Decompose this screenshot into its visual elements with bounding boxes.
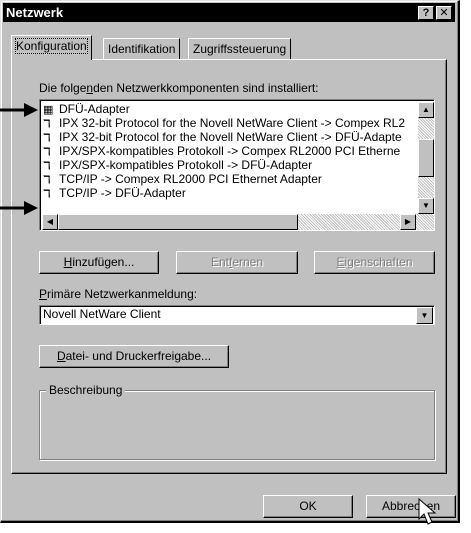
list-item[interactable]: ℸ IPX 32-bit Protocol for the Novell NetW… (43, 131, 416, 144)
mouse-cursor-icon (418, 497, 437, 525)
scroll-up-icon[interactable]: ▲ (418, 102, 434, 118)
primary-logon-select[interactable]: Novell NetWare Client ▼ (39, 305, 435, 325)
remove-button[interactable]: Entfernen (176, 251, 298, 274)
description-title: Beschreibung (46, 383, 126, 397)
ok-button[interactable]: OK (263, 495, 353, 518)
horizontal-scroll-thumb[interactable] (58, 214, 298, 230)
protocol-icon: ℸ (43, 188, 51, 200)
scroll-right-icon[interactable]: ▶ (400, 214, 416, 230)
list-item[interactable]: ℸ IPX/SPX-kompatibles Protokoll -> DFÜ-Ad… (43, 159, 416, 172)
file-printer-sharing-button[interactable]: Datei- und Druckerfreigabe... (39, 345, 229, 368)
annotation-arrow-icon (0, 103, 38, 117)
chevron-down-icon[interactable]: ▼ (416, 307, 433, 324)
protocol-icon: ℸ (43, 132, 51, 144)
adapter-icon: ▦ (43, 104, 54, 116)
vertical-scroll-thumb[interactable] (418, 139, 434, 177)
components-label: Die folgenden Netzwerkkomponenten sind i… (39, 81, 319, 95)
tab-konfiguration[interactable]: Konfiguration (11, 35, 92, 60)
tab-zugriffssteuerung[interactable]: Zugriffssteuerung (188, 38, 292, 59)
add-button[interactable]: Hinzufügen... (39, 251, 159, 274)
list-item[interactable]: ℸ IPX 32-bit Protocol for the Novell NetW… (43, 117, 416, 130)
components-list[interactable]: ▦ DFÜ-Adapter ℸ IPX 32-bit Protocol for th… (39, 99, 435, 231)
window-title: Netzwerk (6, 5, 64, 20)
scroll-left-icon[interactable]: ◀ (42, 214, 58, 230)
help-button[interactable]: ? (418, 6, 434, 20)
close-button[interactable]: ✕ (436, 6, 452, 20)
network-dialog: Netzwerk ? ✕ Konfiguration Identifikatio… (0, 0, 460, 523)
properties-button[interactable]: Eigenschaften (314, 251, 435, 274)
protocol-icon: ℸ (43, 146, 51, 158)
list-item[interactable]: ▦ DFÜ-Adapter (43, 103, 416, 116)
description-group: Beschreibung (39, 383, 435, 460)
list-item[interactable]: ℸ IPX/SPX-kompatibles Protokoll -> Compex… (43, 145, 416, 158)
tab-identifikation[interactable]: Identifikation (103, 38, 181, 59)
primary-logon-label: Primäre Netzwerkanmeldung: (39, 287, 198, 301)
annotation-arrow-icon (0, 201, 38, 215)
scroll-down-icon[interactable]: ▼ (418, 198, 434, 214)
protocol-icon: ℸ (43, 160, 51, 172)
horizontal-scrollbar[interactable]: ◀ ▶ (42, 214, 434, 230)
title-bar[interactable]: Netzwerk ? ✕ (3, 3, 455, 22)
list-item[interactable]: ℸ TCP/IP -> DFÜ-Adapter (43, 187, 416, 200)
cancel-button[interactable]: Abbrechen (366, 495, 456, 518)
protocol-icon: ℸ (43, 174, 51, 186)
vertical-scrollbar[interactable]: ▲ ▼ (418, 102, 434, 214)
list-item[interactable]: ℸ TCP/IP -> Compex RL2000 PCI Ethernet Ad… (43, 173, 416, 186)
protocol-icon: ℸ (43, 118, 51, 130)
